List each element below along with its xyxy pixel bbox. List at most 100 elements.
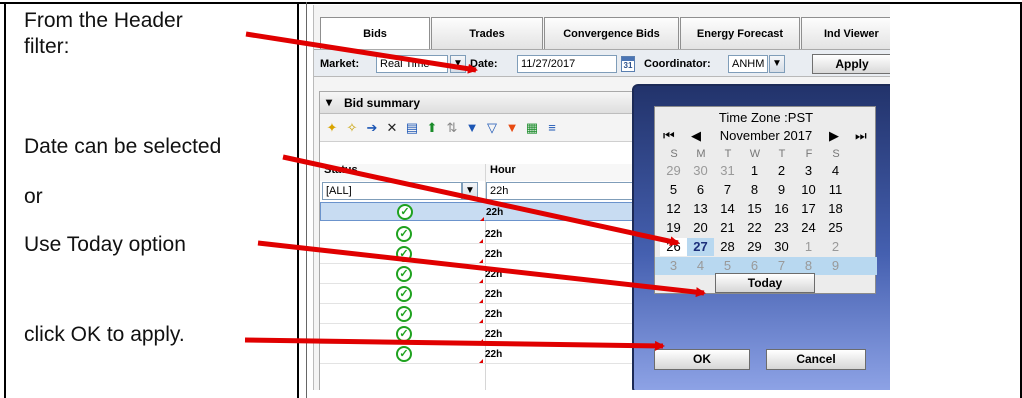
calendar-day[interactable]: 26 bbox=[660, 238, 687, 256]
table-row[interactable]: ✓ 22h bbox=[320, 265, 640, 284]
table-row[interactable]: ✓ 22h bbox=[320, 325, 640, 344]
calendar-day[interactable]: 28 bbox=[714, 238, 741, 256]
bid-toolbar: ✦ ✧ ➔ ✕ ▤ ⬆ ⇅ ▼ ▽ ▼ ▦ ≡ bbox=[320, 114, 640, 142]
calendar-day[interactable]: 8 bbox=[741, 181, 768, 199]
calendar-day[interactable]: 16 bbox=[768, 200, 795, 218]
instruction-line-6: click OK to apply. bbox=[24, 323, 185, 346]
calendar-day[interactable]: 12 bbox=[660, 200, 687, 218]
calendar-day[interactable]: 14 bbox=[714, 200, 741, 218]
filter-clear-icon[interactable]: ▽ bbox=[484, 120, 500, 136]
apply-button[interactable]: Apply bbox=[812, 54, 890, 74]
tab-energy-forecast[interactable]: Energy Forecast bbox=[680, 17, 800, 49]
calendar-day[interactable]: 6 bbox=[687, 181, 714, 199]
today-button[interactable]: Today bbox=[715, 273, 815, 293]
calendar-day[interactable]: 27 bbox=[687, 238, 714, 256]
calendar-day[interactable]: 29 bbox=[741, 238, 768, 256]
weekday-label: S bbox=[832, 148, 840, 160]
instruction-line-4: or bbox=[24, 185, 43, 208]
table-row[interactable]: ✓ 22h bbox=[320, 225, 640, 244]
table-row[interactable]: ✓ 22h bbox=[320, 345, 640, 364]
calendar-day[interactable]: 11 bbox=[822, 181, 849, 199]
import-icon[interactable]: ➔ bbox=[364, 120, 380, 136]
calendar-day[interactable]: 2 bbox=[822, 238, 849, 256]
bid-summary-header[interactable]: ▾ Bid summary bbox=[320, 92, 640, 114]
calendar-day[interactable]: 2 bbox=[768, 162, 795, 180]
next-month-icon[interactable]: ▶ bbox=[829, 128, 839, 144]
month-label: November 2017 bbox=[719, 128, 813, 143]
calendar-day[interactable]: 31 bbox=[714, 162, 741, 180]
check-circle-icon: ✓ bbox=[396, 246, 412, 262]
calendar-day[interactable]: 1 bbox=[741, 162, 768, 180]
status-filter-dropdown-icon[interactable]: ▼ bbox=[462, 182, 478, 200]
calendar-day[interactable]: 30 bbox=[687, 162, 714, 180]
calendar-day[interactable]: 9 bbox=[768, 181, 795, 199]
calendar-day[interactable]: 3 bbox=[795, 162, 822, 180]
table-row[interactable]: ✓ 22h bbox=[320, 285, 640, 304]
calendar-day[interactable]: 25 bbox=[822, 219, 849, 237]
weekday-label: W bbox=[749, 148, 761, 160]
tab-ind-viewer[interactable]: Ind Viewer bbox=[801, 17, 890, 49]
tab-convergence-bids[interactable]: Convergence Bids bbox=[544, 17, 679, 49]
new-bid-icon[interactable]: ✦ bbox=[324, 120, 340, 136]
copy-icon[interactable]: ▤ bbox=[404, 120, 420, 136]
calendar-day[interactable]: 4 bbox=[687, 257, 714, 275]
calendar-day[interactable]: 1 bbox=[795, 238, 822, 256]
calendar-day[interactable]: 17 bbox=[795, 200, 822, 218]
coordinator-select[interactable]: ANHM bbox=[728, 55, 768, 73]
calendar-day[interactable]: 23 bbox=[768, 219, 795, 237]
tab-bar: Bids Trades Convergence Bids Energy Fore… bbox=[320, 17, 890, 49]
wand-icon[interactable]: ✧ bbox=[344, 120, 360, 136]
table-row[interactable]: ✓ 22h bbox=[320, 305, 640, 324]
calendar-day[interactable]: 10 bbox=[795, 181, 822, 199]
tab-trades[interactable]: Trades bbox=[431, 17, 543, 49]
market-dropdown-icon[interactable]: ▼ bbox=[450, 55, 466, 73]
coordinator-label: Coordinator: bbox=[644, 58, 711, 70]
list-icon[interactable]: ≡ bbox=[544, 120, 560, 136]
tab-bids[interactable]: Bids bbox=[320, 17, 430, 49]
calendar-day[interactable]: 18 bbox=[822, 200, 849, 218]
column-header-hour[interactable]: Hour bbox=[486, 164, 640, 181]
chevron-down-icon[interactable]: ▾ bbox=[326, 95, 332, 109]
filter-icon[interactable]: ▼ bbox=[464, 120, 480, 136]
last-month-icon[interactable]: ⏭ bbox=[855, 128, 867, 144]
status-filter-select[interactable]: [ALL] bbox=[322, 182, 462, 200]
calendar-day[interactable]: 21 bbox=[714, 219, 741, 237]
calendar-day[interactable]: 24 bbox=[795, 219, 822, 237]
sort-icon[interactable]: ⇅ bbox=[444, 120, 460, 136]
filter-active-icon[interactable]: ▼ bbox=[504, 120, 520, 136]
calendar-day[interactable]: 29 bbox=[660, 162, 687, 180]
hour-filter-input[interactable]: 22h bbox=[486, 182, 636, 200]
coordinator-dropdown-icon[interactable]: ▼ bbox=[769, 55, 785, 73]
month-navigation: ⏮ ◀ November 2017 ▶ ⏭ bbox=[655, 128, 877, 146]
calendar-day[interactable]: 7 bbox=[714, 181, 741, 199]
first-month-icon[interactable]: ⏮ bbox=[663, 128, 675, 144]
table-top-border bbox=[0, 2, 1022, 4]
delete-icon[interactable]: ✕ bbox=[384, 120, 400, 136]
instruction-line-5: Use Today option bbox=[24, 233, 186, 256]
calendar-day[interactable]: 3 bbox=[660, 257, 687, 275]
export-excel-icon[interactable]: ▦ bbox=[524, 120, 540, 136]
calendar-day[interactable]: 22 bbox=[741, 219, 768, 237]
calendar-day[interactable]: 30 bbox=[768, 238, 795, 256]
table-row[interactable]: ✓ 22h bbox=[320, 245, 640, 264]
ok-button[interactable]: OK bbox=[654, 349, 750, 370]
calendar-day[interactable]: 13 bbox=[687, 200, 714, 218]
hour-cell: 22h bbox=[485, 269, 503, 280]
date-input[interactable]: 11/27/2017 bbox=[517, 55, 617, 73]
hour-cell: 22h bbox=[486, 207, 504, 218]
calendar-day[interactable]: 5 bbox=[660, 181, 687, 199]
calendar-day[interactable]: 9 bbox=[822, 257, 849, 275]
market-select[interactable]: Real Time bbox=[376, 55, 448, 73]
column-header-status[interactable]: Status bbox=[320, 164, 485, 181]
calendar-day[interactable]: 20 bbox=[687, 219, 714, 237]
calendar-day[interactable]: 15 bbox=[741, 200, 768, 218]
weekday-label: F bbox=[805, 148, 813, 160]
cancel-button[interactable]: Cancel bbox=[766, 349, 866, 370]
calendar-day[interactable]: 19 bbox=[660, 219, 687, 237]
calendar-day[interactable]: 4 bbox=[822, 162, 849, 180]
timezone-label: Time Zone :PST bbox=[718, 110, 814, 125]
header-filter-bar: Market: Real Time ▼ Date: 11/27/2017 31 … bbox=[314, 49, 890, 77]
calendar-icon[interactable]: 31 bbox=[621, 56, 635, 72]
table-row[interactable]: ✓ 22h bbox=[320, 202, 640, 221]
upload-icon[interactable]: ⬆ bbox=[424, 120, 440, 136]
